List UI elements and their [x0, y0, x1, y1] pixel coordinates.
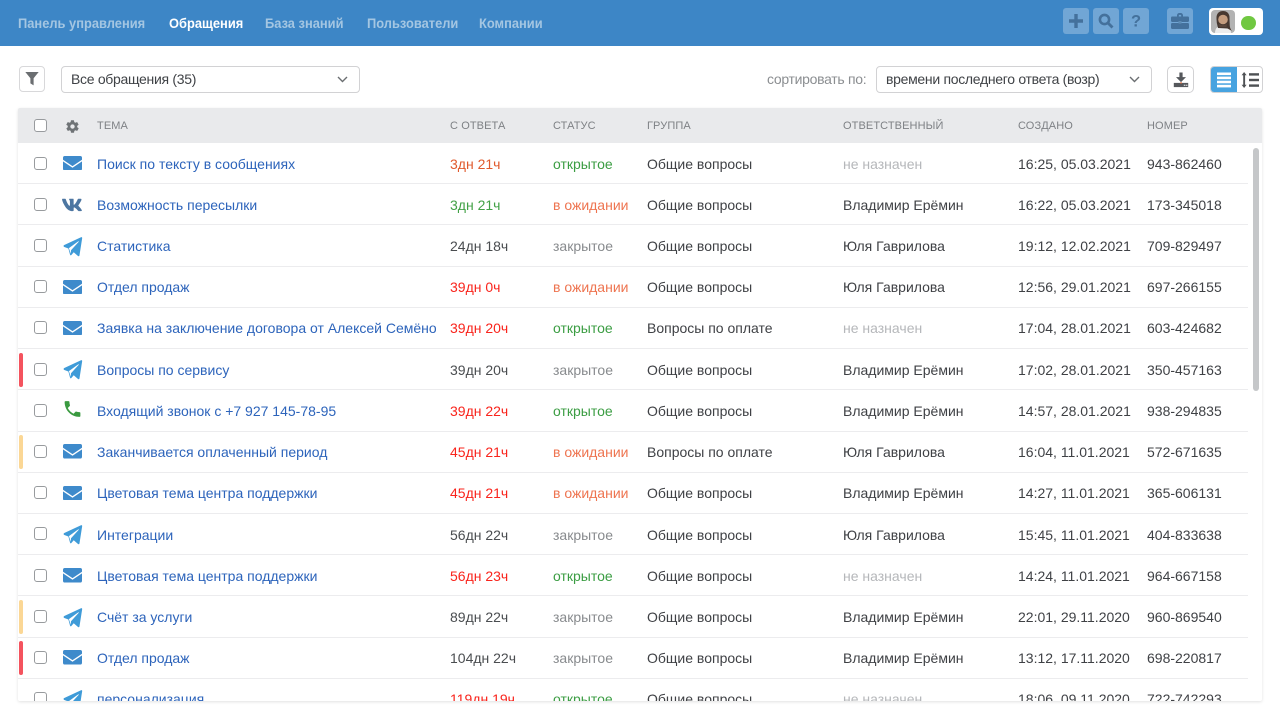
svg-text:?: ? — [1131, 13, 1141, 31]
